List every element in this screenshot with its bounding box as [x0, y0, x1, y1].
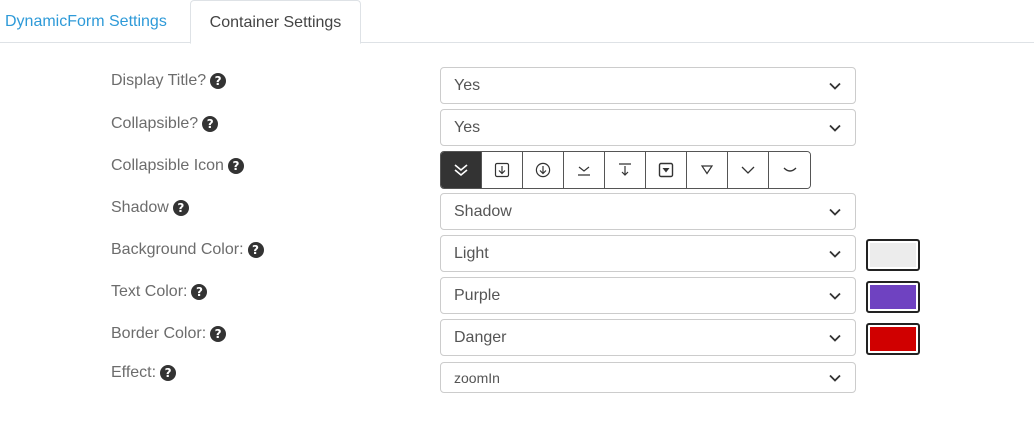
box-arrow-down-icon: [494, 162, 510, 178]
chevron-down-icon: [829, 292, 841, 300]
chevron-down-icon: [829, 250, 841, 258]
icon-option-caret-square[interactable]: [646, 152, 687, 188]
shadow-label: Shadow ?: [111, 199, 189, 217]
border-color-select[interactable]: Danger: [440, 319, 856, 356]
caret-square-down-icon: [658, 162, 674, 178]
text-color-label: Text Color: ?: [111, 283, 208, 301]
collapsible-select[interactable]: Yes: [440, 109, 856, 146]
background-color-swatch-fill: [870, 243, 916, 267]
help-icon[interactable]: ?: [191, 284, 208, 300]
text-color-swatch[interactable]: [866, 281, 920, 313]
icon-option-arrow-to-line[interactable]: [564, 152, 605, 188]
border-color-label-text: Border Color:: [111, 325, 207, 342]
chevron-down-icon: [829, 82, 841, 90]
icon-option-chevron[interactable]: [728, 152, 769, 188]
background-color-label: Background Color: ?: [111, 241, 264, 259]
collapsible-icon-label-text: Collapsible Icon: [111, 157, 224, 174]
icon-option-triangle[interactable]: [687, 152, 728, 188]
icon-option-box-arrow[interactable]: [482, 152, 523, 188]
collapsible-value: Yes: [454, 118, 481, 136]
help-icon[interactable]: ?: [210, 326, 227, 342]
help-icon[interactable]: ?: [247, 242, 264, 258]
icon-option-arrow-from-line[interactable]: [605, 152, 646, 188]
collapsible-label-text: Collapsible?: [111, 115, 199, 132]
background-color-swatch[interactable]: [866, 239, 920, 271]
curve-down-icon: [783, 167, 796, 172]
display-title-label: Display Title? ?: [111, 72, 227, 90]
icon-option-curve[interactable]: [769, 152, 810, 188]
collapsible-label: Collapsible? ?: [111, 115, 219, 133]
shadow-select[interactable]: Shadow: [440, 193, 856, 230]
chevron-down-icon: [829, 208, 841, 216]
chevron-down-icon: [829, 334, 841, 342]
chevron-down-icon: [741, 166, 755, 174]
help-icon[interactable]: ?: [172, 200, 189, 216]
triangle-down-icon: [700, 165, 714, 175]
help-icon[interactable]: ?: [202, 116, 219, 132]
help-icon[interactable]: ?: [210, 73, 227, 89]
shadow-label-text: Shadow: [111, 199, 169, 216]
background-color-select[interactable]: Light: [440, 235, 856, 272]
text-color-swatch-fill: [870, 285, 916, 309]
effect-label: Effect: ?: [111, 364, 177, 382]
collapsible-icon-label: Collapsible Icon ?: [111, 157, 244, 175]
chevron-down-icon: [829, 374, 841, 382]
text-color-value: Purple: [454, 286, 501, 304]
background-color-label-text: Background Color:: [111, 241, 244, 258]
icon-option-circle-arrow[interactable]: [523, 152, 564, 188]
circle-arrow-down-icon: [535, 162, 551, 178]
settings-tabs: DynamicForm Settings Container Settings: [0, 0, 1034, 44]
tab-dynamicform-settings[interactable]: DynamicForm Settings: [5, 0, 167, 43]
icon-option-double-chevron[interactable]: [441, 152, 482, 188]
border-color-label: Border Color: ?: [111, 325, 227, 343]
tab-container-settings[interactable]: Container Settings: [190, 0, 361, 44]
border-color-swatch-fill: [870, 327, 916, 351]
border-color-value: Danger: [454, 328, 507, 346]
background-color-value: Light: [454, 244, 489, 262]
shadow-value: Shadow: [454, 202, 512, 220]
effect-value: zoomIn: [454, 369, 500, 386]
help-icon[interactable]: ?: [227, 158, 244, 174]
text-color-select[interactable]: Purple: [440, 277, 856, 314]
arrow-to-line-icon: [578, 166, 590, 176]
chevron-down-icon: [829, 124, 841, 132]
arrow-from-line-icon: [619, 163, 631, 176]
display-title-value: Yes: [454, 76, 481, 94]
collapsible-icon-picker: [440, 151, 811, 189]
double-chevron-down-icon: [454, 164, 468, 177]
border-color-swatch[interactable]: [866, 323, 920, 355]
display-title-label-text: Display Title?: [111, 72, 207, 89]
effect-label-text: Effect:: [111, 364, 157, 381]
text-color-label-text: Text Color:: [111, 283, 188, 300]
help-icon[interactable]: ?: [160, 365, 177, 381]
effect-select[interactable]: zoomIn: [440, 362, 856, 393]
display-title-select[interactable]: Yes: [440, 67, 856, 104]
